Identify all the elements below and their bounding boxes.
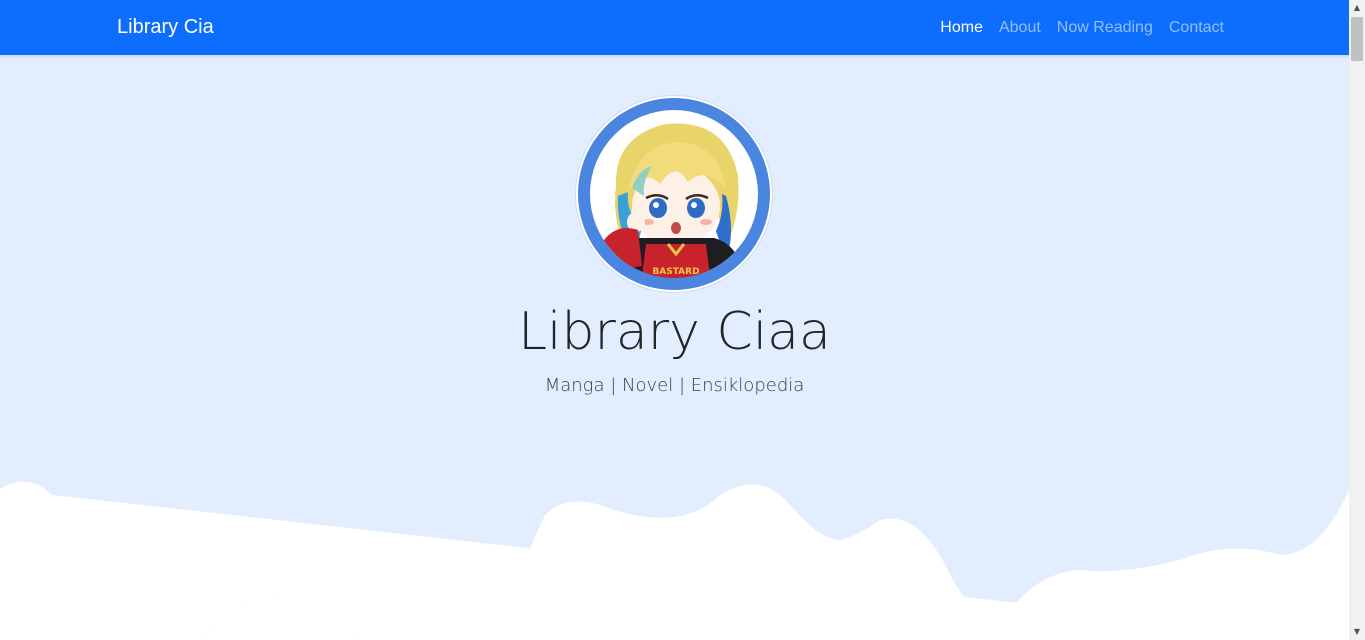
nav-links: Home About Now Reading Contact — [940, 16, 1224, 40]
navbar: Library Cia Home About Now Reading Conta… — [0, 0, 1349, 55]
navbar-brand[interactable]: Library Cia — [117, 14, 214, 41]
wave-decoration — [0, 481, 1349, 640]
svg-text:BASTARD: BASTARD — [652, 267, 699, 277]
page-scrollbar[interactable]: ▲ ▼ — [1349, 0, 1365, 640]
hero-subtitle: Manga | Novel | Ensiklopedia — [544, 375, 805, 396]
scrollbar-thumb[interactable] — [1351, 17, 1363, 61]
triangle-up-icon[interactable]: ▲ — [1349, 0, 1365, 16]
nav-link-now-reading[interactable]: Now Reading — [1057, 16, 1153, 40]
hero-section: BASTARD Library Ciaa Manga | Novel | Ens… — [0, 55, 1349, 640]
avatar-illustration: BASTARD — [578, 98, 770, 290]
triangle-down-icon[interactable]: ▼ — [1349, 624, 1365, 640]
profile-avatar: BASTARD — [576, 96, 772, 292]
nav-link-home[interactable]: Home — [940, 16, 983, 40]
nav-link-about[interactable]: About — [999, 16, 1041, 40]
hero-title: Library Ciaa — [518, 302, 831, 362]
page: Library Cia Home About Now Reading Conta… — [0, 0, 1349, 640]
nav-link-contact[interactable]: Contact — [1169, 16, 1224, 40]
